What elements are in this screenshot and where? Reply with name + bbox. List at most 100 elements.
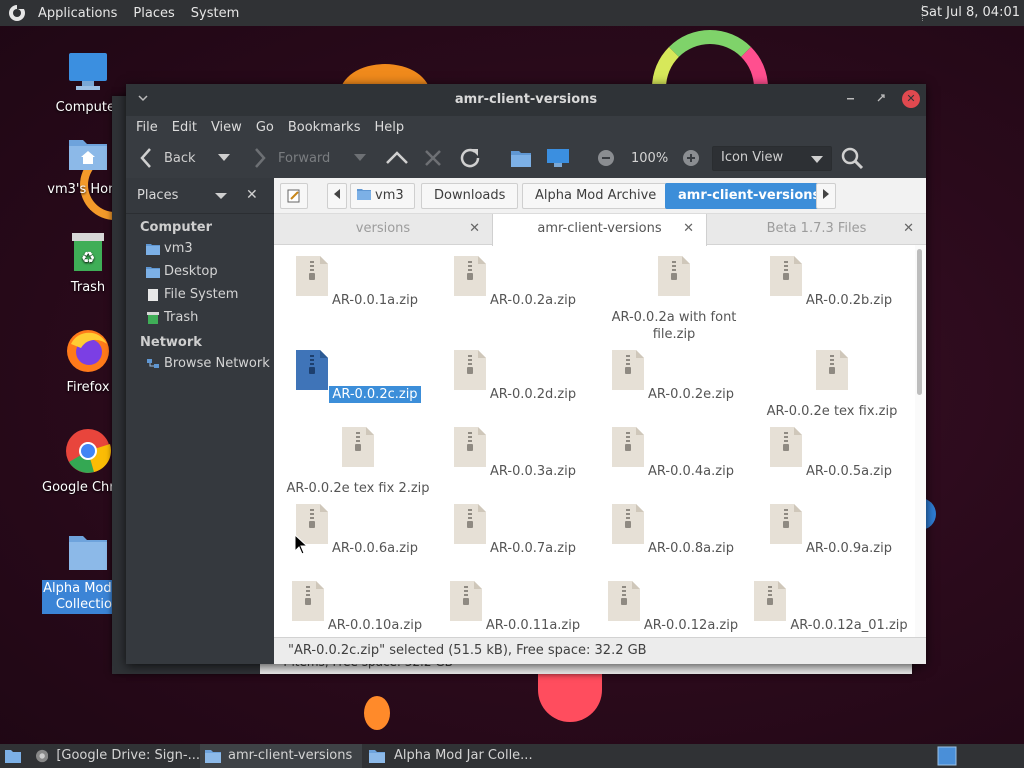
zip-archive-icon [342, 427, 374, 467]
file-item[interactable]: AR-0.0.2d.zip [437, 349, 595, 403]
breadcrumb-amr-client-versions[interactable]: amr-client-versions [665, 183, 834, 209]
maximize-icon[interactable] [872, 90, 890, 108]
breadcrumb-vm3[interactable]: vm3 [350, 183, 415, 209]
system-menu[interactable]: System [183, 6, 247, 21]
menu-go[interactable]: Go [249, 120, 281, 135]
places-menu[interactable]: Places [125, 6, 182, 21]
file-item[interactable]: AR-0.0.11a.zip [437, 580, 595, 634]
sidebar-item-file-system[interactable]: File System [126, 283, 274, 306]
sidebar-dropdown-arrow-icon[interactable] [215, 193, 227, 199]
zoom-in-icon [683, 150, 699, 166]
reload-button[interactable] [458, 138, 482, 178]
applications-menu[interactable]: Applications [30, 6, 125, 21]
file-item[interactable]: AR-0.0.2e.zip [595, 349, 753, 403]
file-item[interactable]: AR-0.0.2a.zip [437, 255, 595, 309]
zip-archive-icon [453, 350, 486, 390]
menu-view[interactable]: View [204, 120, 249, 135]
sidebar-item-label: Desktop [164, 264, 218, 279]
show-desktop-icon[interactable] [3, 746, 23, 766]
edit-location-button[interactable] [280, 183, 308, 209]
clock[interactable]: Sat Jul 8, 04:01 [921, 0, 1020, 26]
file-item[interactable]: AR-0.0.8a.zip [595, 503, 753, 557]
file-item[interactable]: AR-0.0.4a.zip [595, 426, 753, 480]
zip-archive-icon [612, 427, 645, 467]
tab-beta-files[interactable]: Beta 1.7.3 Files ✕ [707, 214, 926, 245]
taskbar-item-label: Alpha Mod Jar Colle... [394, 748, 533, 763]
sidebar-section-network: Network [140, 335, 202, 350]
scrollbar-thumb[interactable] [917, 249, 922, 395]
trash-icon [147, 311, 159, 324]
sidebar-item-label: vm3 [164, 241, 193, 256]
tab-amr-client-versions[interactable]: amr-client-versions ✕ [492, 214, 707, 246]
sidebar-item-browse-network[interactable]: Browse Network [126, 352, 274, 375]
forward-history-dropdown[interactable] [354, 138, 366, 178]
back-history-dropdown[interactable] [218, 138, 230, 178]
file-item[interactable]: AR-0.0.2e tex fix.zip [753, 349, 911, 420]
breadcrumb-downloads[interactable]: Downloads [421, 183, 519, 209]
file-name: AR-0.0.10a.zip [327, 618, 423, 633]
zoom-out-button[interactable] [598, 138, 614, 178]
vertical-scrollbar[interactable] [915, 245, 926, 637]
home-folder-icon [357, 189, 371, 200]
edit-path-icon [287, 189, 300, 203]
menu-bookmarks[interactable]: Bookmarks [281, 120, 368, 135]
file-item[interactable]: AR-0.0.2c.zip [279, 349, 437, 403]
file-name: AR-0.0.5a.zip [806, 464, 892, 479]
home-button[interactable] [510, 138, 532, 178]
file-item[interactable]: AR-0.0.9a.zip [753, 503, 911, 557]
tab-versions[interactable]: versions ✕ [274, 214, 492, 245]
minimize-icon[interactable] [842, 90, 860, 108]
tab-bar: versions ✕ amr-client-versions ✕ Beta 1.… [274, 214, 926, 246]
search-button[interactable] [840, 138, 864, 178]
file-name: AR-0.0.7a.zip [490, 541, 576, 556]
home-folder-icon [69, 140, 107, 170]
tab-close-icon[interactable]: ✕ [683, 214, 694, 244]
close-window-button[interactable]: ✕ [902, 90, 920, 108]
view-mode-select[interactable]: Icon View [712, 146, 832, 171]
workspace-switcher-icon[interactable] [937, 746, 957, 766]
folder-icon [69, 536, 107, 570]
sidebar-item-vm3[interactable]: vm3 [126, 237, 274, 260]
breadcrumb-alpha-mod-archive[interactable]: Alpha Mod Archive [522, 183, 670, 209]
tab-close-icon[interactable]: ✕ [469, 214, 480, 244]
sidebar-close-icon[interactable]: ✕ [246, 187, 258, 203]
file-item[interactable]: AR-0.0.12a.zip [595, 580, 753, 634]
menu-edit[interactable]: Edit [165, 120, 204, 135]
taskbar-item-alpha-mod-jar[interactable]: Alpha Mod Jar Colle... [364, 744, 544, 768]
sidebar-item-desktop[interactable]: Desktop [126, 260, 274, 283]
file-name: AR-0.0.2e tex fix.zip [766, 404, 898, 419]
forward-arrow-icon [255, 148, 266, 168]
file-item[interactable]: AR-0.0.2a with font file.zip [595, 255, 753, 343]
chevron-left-icon [334, 189, 340, 199]
file-item[interactable]: AR-0.0.3a.zip [437, 426, 595, 480]
menu-file[interactable]: File [129, 120, 165, 135]
forward-button[interactable]: Forward [252, 138, 330, 178]
file-item[interactable]: AR-0.0.1a.zip [279, 255, 437, 309]
zip-archive-icon [612, 350, 644, 390]
back-arrow-icon [140, 148, 151, 168]
zip-archive-icon [296, 256, 329, 296]
sidebar-header-label[interactable]: Places [137, 188, 178, 203]
up-button[interactable] [386, 138, 408, 178]
back-button[interactable]: Back [138, 138, 196, 178]
computer-button[interactable] [546, 138, 570, 178]
file-item[interactable]: AR-0.0.5a.zip [753, 426, 911, 480]
taskbar-item-amr-client-versions[interactable]: amr-client-versions [200, 744, 362, 768]
menu-help[interactable]: Help [367, 120, 411, 135]
path-scroll-right-button[interactable] [816, 183, 836, 209]
distro-logo-icon[interactable] [4, 4, 30, 22]
file-name: AR-0.0.2e.zip [648, 387, 734, 402]
path-scroll-left-button[interactable] [327, 183, 347, 209]
home-folder-icon [511, 151, 531, 167]
stop-button[interactable] [424, 138, 442, 178]
file-item[interactable]: AR-0.0.2e tex fix 2.zip [279, 426, 437, 497]
sidebar-item-trash[interactable]: Trash [126, 306, 274, 329]
file-item[interactable]: AR-0.0.12a_01.zip [753, 580, 911, 634]
window-titlebar[interactable]: amr-client-versions ✕ [126, 84, 926, 116]
taskbar-item-chrome[interactable]: [Google Drive: Sign-... [26, 744, 200, 768]
file-item[interactable]: AR-0.0.7a.zip [437, 503, 595, 557]
zoom-in-button[interactable] [683, 138, 699, 178]
tab-close-icon[interactable]: ✕ [903, 214, 914, 244]
file-item[interactable]: AR-0.0.10a.zip [279, 580, 437, 634]
file-item[interactable]: AR-0.0.2b.zip [753, 255, 911, 309]
